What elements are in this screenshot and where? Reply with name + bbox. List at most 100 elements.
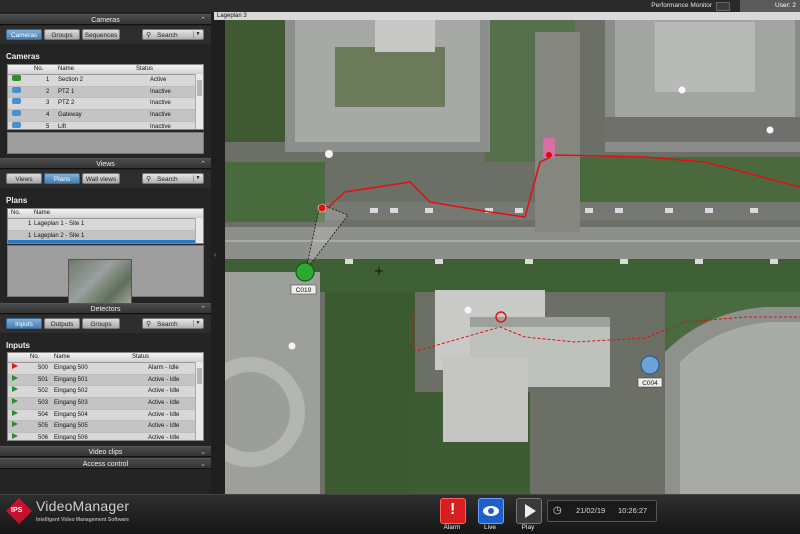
table-row[interactable]: 1 Lageplan 1 - Site 1 [8, 219, 203, 231]
table-row[interactable]: 506 Eingang 506 Active - Idle [8, 433, 203, 441]
detectors-toolbar: Inputs Outputs Groups ⚲ Search ▼ [0, 315, 211, 333]
video-clips-header[interactable]: Video clips ⌄ [0, 446, 211, 457]
table-row[interactable]: 503 Eingang 503 Active - Idle [8, 398, 203, 410]
column-name[interactable]: Name [54, 353, 70, 362]
row-name: Gateway [58, 112, 82, 119]
table-row[interactable]: 500 Eingang 500 Alarm - Idle [8, 363, 203, 375]
tab-wall-views[interactable]: Wall views [82, 173, 120, 184]
time-label: 10:26:27 [618, 506, 648, 515]
chevron-left-icon[interactable]: ‹ [214, 250, 217, 259]
chevron-down-icon[interactable]: ▼ [193, 175, 202, 182]
left-panel: Cameras ⌃ Cameras Groups Sequences ⚲ Sea… [0, 12, 212, 494]
views-search-button[interactable]: ⚲ Search ▼ [142, 173, 204, 184]
fixed-camera-icon [12, 75, 21, 81]
alarm-button[interactable]: ! [440, 498, 466, 524]
row-number: 1 [28, 221, 32, 227]
column-name[interactable]: Name [58, 65, 74, 74]
brand-name: VideoManager [36, 498, 130, 514]
detectors-search-button[interactable]: ⚲ Search ▼ [142, 318, 204, 329]
chevron-down-icon[interactable]: ▼ [193, 320, 202, 327]
column-no[interactable]: No. [11, 209, 20, 218]
collapse-icon[interactable]: ⌃ [200, 159, 206, 170]
detectors-header[interactable]: Detectors ⌃ [0, 303, 211, 314]
eye-icon [483, 506, 499, 516]
table-row[interactable]: 4 Gateway Inactive [8, 110, 203, 122]
performance-monitor-label[interactable]: Performance Monitor [651, 2, 712, 9]
tab-sequences[interactable]: Sequences [82, 29, 120, 40]
row-status: Active - Idle [148, 423, 180, 430]
column-status[interactable]: Status [132, 353, 149, 362]
row-number: 505 [38, 423, 49, 430]
cameras-header[interactable]: Cameras ⌃ [0, 14, 211, 25]
brand-tagline: Intelligent Video Management Software [36, 517, 129, 523]
panel-splitter[interactable]: ‹ [211, 12, 225, 494]
access-control-header[interactable]: Access control ⌄ [0, 458, 211, 469]
row-number: 504 [38, 411, 49, 418]
column-status[interactable]: Status [136, 65, 153, 74]
expand-icon[interactable]: ⌄ [200, 459, 206, 470]
row-number: 4 [46, 112, 50, 119]
tab-cameras[interactable]: Cameras [6, 29, 42, 40]
performance-monitor-toggle[interactable] [716, 2, 730, 11]
table-row[interactable]: 502 Eingang 502 Active - Idle [8, 386, 203, 399]
row-name: Eingang 501 [54, 376, 88, 383]
column-name[interactable]: Name [34, 209, 50, 218]
cameras-search-button[interactable]: ⚲ Search ▼ [142, 29, 204, 40]
row-number: 500 [38, 365, 49, 371]
table-header: No. Name Status [8, 353, 203, 363]
table-row[interactable]: 501 Eingang 501 Active - Idle [8, 374, 203, 387]
collapse-icon[interactable]: ⌃ [200, 304, 206, 315]
tab-camera-groups[interactable]: Groups [44, 29, 80, 40]
search-label: Search [157, 32, 178, 39]
table-row[interactable]: 2 PTZ 1 Inactive [8, 86, 203, 99]
scrollbar-thumb[interactable] [197, 80, 202, 96]
aerial-map-image[interactable]: C019 C004 [225, 12, 800, 494]
row-status: Active - Idle [148, 435, 180, 441]
cameras-table: No. Name Status 1 Section 2 Active 2 PTZ 1 In… [7, 64, 204, 130]
live-button[interactable] [478, 498, 504, 524]
scrollbar[interactable] [195, 218, 203, 243]
views-header[interactable]: Views ⌃ [0, 158, 211, 169]
row-name: Lageplan 1 - Site 1 [34, 221, 85, 227]
search-icon: ⚲ [146, 321, 152, 328]
table-row[interactable]: 1 Section 2 Active [8, 75, 203, 87]
ptz-camera-icon [12, 110, 21, 117]
table-row[interactable]: 3 PTZ 2 Inactive [8, 98, 203, 111]
row-name: Eingang 504 [54, 411, 88, 418]
row-number: 506 [38, 435, 49, 441]
input-icon [12, 398, 18, 405]
table-row[interactable]: 505 Eingang 505 Active - Idle [8, 421, 203, 434]
map-title-bar: Lageplan 3 [214, 12, 800, 20]
camera-c019-label: C019 [296, 287, 312, 294]
row-status: Active - Idle [148, 388, 180, 395]
row-number: 501 [38, 376, 49, 383]
scrollbar[interactable] [195, 74, 203, 129]
tab-plans[interactable]: Plans [44, 173, 80, 184]
row-name: Eingang 505 [54, 423, 88, 430]
cameras-rows: 1 Section 2 Active 2 PTZ 1 Inactive 3 PTZ 2 Inac… [8, 75, 203, 130]
inputs-table: No. Name Status 500 Eingang 500 Alarm - Id… [7, 352, 204, 441]
tab-inputs[interactable]: Inputs [6, 318, 42, 329]
scrollbar[interactable] [195, 362, 203, 440]
site-map[interactable]: C019 C004 [225, 12, 800, 494]
tab-detector-groups[interactable]: Groups [82, 318, 120, 329]
user-label[interactable]: User: 2 [740, 0, 800, 12]
column-no[interactable]: No. [34, 65, 43, 74]
collapse-icon[interactable]: ⌃ [200, 15, 206, 26]
camera-c004-label: C004 [642, 380, 658, 387]
date-label: 21/02/19 [576, 506, 606, 515]
tab-views[interactable]: Views [6, 173, 42, 184]
table-row[interactable]: 5 Lift Inactive [8, 121, 203, 130]
column-no[interactable]: No. [30, 353, 39, 362]
chevron-down-icon[interactable]: ▼ [193, 31, 202, 38]
date-time-display[interactable]: ◷ 21/02/19 10:26:27 [547, 500, 657, 522]
search-icon: ⚲ [146, 176, 152, 183]
expand-icon[interactable]: ⌄ [200, 447, 206, 458]
row-number: 5 [46, 123, 50, 130]
row-number: 502 [38, 388, 49, 395]
play-button[interactable] [516, 498, 542, 524]
table-row[interactable]: 504 Eingang 504 Active - Idle [8, 409, 203, 422]
scrollbar-thumb[interactable] [197, 368, 202, 384]
tab-outputs[interactable]: Outputs [44, 318, 80, 329]
bottom-toolbar: IPS VideoManager Intelligent Video Manag… [0, 494, 800, 534]
